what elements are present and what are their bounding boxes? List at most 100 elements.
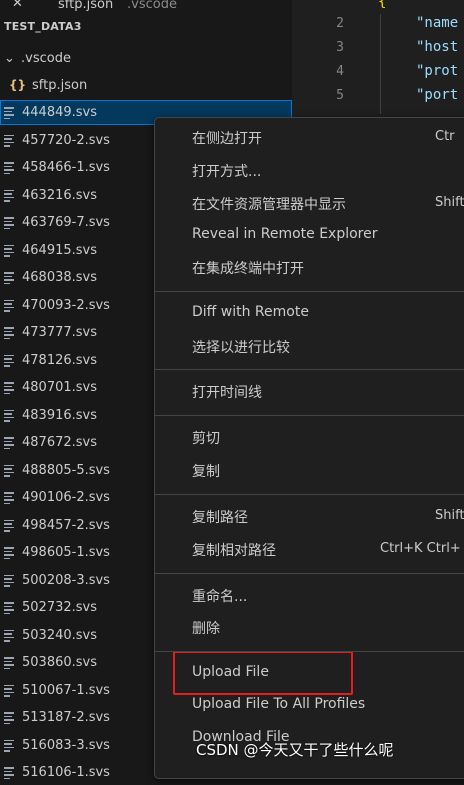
file-lines-icon <box>4 547 14 559</box>
file-label: 516083-3.svs <box>22 737 110 753</box>
file-lines-icon <box>4 107 14 119</box>
menu-item[interactable]: Reveal in Remote Explorer <box>192 226 378 242</box>
open-brace: { <box>378 0 387 10</box>
file-lines-icon <box>4 629 14 642</box>
menu-item[interactable]: 打开方式... <box>192 161 261 181</box>
code-line: "prot <box>416 63 459 79</box>
file-label: 464915.svs <box>22 242 97 258</box>
file-label: 480701.svs <box>22 380 97 395</box>
menu-separator <box>155 651 464 652</box>
file-label: 463769-7.svs <box>22 215 110 230</box>
file-lines-icon <box>4 574 14 587</box>
menu-shortcut: Shift <box>435 508 464 523</box>
file-lines-icon <box>4 244 14 257</box>
json-icon: {} <box>9 78 27 92</box>
menu-separator <box>155 494 464 495</box>
file-label: 503240.svs <box>22 627 97 643</box>
code-line: "name <box>416 15 459 31</box>
file-lines-icon <box>4 657 14 669</box>
file-label: sftp.json <box>32 78 88 93</box>
file-lines-icon <box>4 299 14 312</box>
file-lines-icon <box>4 327 14 339</box>
menu-item[interactable]: 剪切 <box>192 428 220 448</box>
menu-item[interactable]: 打开时间线 <box>192 382 262 402</box>
editor-tab[interactable]: ✕ sftp.json .vscode <box>0 0 292 14</box>
file-lines-icon <box>4 409 14 422</box>
menu-item[interactable]: 在集成终端中打开 <box>192 258 304 278</box>
file-lines-icon <box>4 189 14 202</box>
file-label: 468038.svs <box>22 270 97 285</box>
tab-folder: .vscode <box>127 0 177 12</box>
indent-guide <box>380 14 381 114</box>
file-lines-icon <box>4 464 14 477</box>
file-label: 444849.svs <box>22 105 97 120</box>
file-label: 457720-2.svs <box>22 132 110 148</box>
folder-vscode[interactable]: ⌄ .vscode <box>0 46 292 71</box>
menu-shortcut: Ctrl+K Ctrl+ <box>380 541 461 556</box>
folder-label: .vscode <box>21 51 71 66</box>
menu-item[interactable]: 复制路径 <box>192 507 248 527</box>
menu-item[interactable]: 选择以进行比较 <box>192 337 290 357</box>
menu-separator <box>155 291 464 292</box>
file-lines-icon <box>4 712 14 724</box>
line-number: 5 <box>336 88 344 103</box>
file-label: 488805-5.svs <box>22 462 110 478</box>
file-label: 513187-2.svs <box>22 710 110 725</box>
context-menu: 在侧边打开 Ctr 打开方式... 在文件资源管理器中显示 Shift Reveal in… <box>154 117 464 779</box>
close-icon[interactable]: ✕ <box>12 0 23 11</box>
file-label: 463216.svs <box>22 187 97 203</box>
menu-item[interactable]: Diff with Remote <box>192 304 309 320</box>
menu-shortcut: Ctr <box>435 129 455 144</box>
file-label: 458466-1.svs <box>22 160 110 175</box>
file-label: 516106-1.svs <box>22 765 110 780</box>
menu-shortcut: Shift <box>435 195 464 210</box>
code-line: "port <box>416 87 459 103</box>
file-label: 503860.svs <box>22 655 97 670</box>
menu-item[interactable]: 在侧边打开 <box>192 128 262 148</box>
menu-item[interactable]: Upload File To All Profiles <box>192 696 365 712</box>
line-number: 2 <box>336 16 344 31</box>
menu-item[interactable]: 复制相对路径 <box>192 540 276 560</box>
menu-item[interactable]: Upload File <box>192 664 269 680</box>
file-lines-icon <box>4 739 14 752</box>
menu-item[interactable]: 在文件资源管理器中显示 <box>192 194 346 214</box>
menu-separator <box>155 573 464 574</box>
line-number: 3 <box>336 40 344 55</box>
workspace-title[interactable]: TEST_DATA3 <box>4 20 82 33</box>
menu-item[interactable]: 重命名... <box>192 586 247 606</box>
file-label: 487672.svs <box>22 435 97 450</box>
watermark: CSDN @今天又干了些什么呢 <box>196 741 394 759</box>
file-lines-icon <box>4 162 14 174</box>
file-label: 470093-2.svs <box>22 297 110 313</box>
file-sftp-json[interactable]: {} sftp.json <box>0 73 292 98</box>
file-label: 500208-3.svs <box>22 572 110 588</box>
file-lines-icon <box>4 684 14 697</box>
file-lines-icon <box>4 602 14 614</box>
file-label: 483916.svs <box>22 407 97 423</box>
file-lines-icon <box>4 437 14 449</box>
file-lines-icon <box>4 519 14 532</box>
chevron-down-icon: ⌄ <box>4 51 15 66</box>
menu-item[interactable]: 复制 <box>192 461 220 481</box>
code-line: "host <box>416 39 459 55</box>
file-label: 498457-2.svs <box>22 517 110 533</box>
menu-item[interactable]: 删除 <box>192 618 220 638</box>
file-lines-icon <box>4 134 14 147</box>
menu-separator <box>155 369 464 370</box>
file-lines-icon <box>4 767 14 779</box>
tab-filename: sftp.json <box>58 0 114 12</box>
file-label: 473777.svs <box>22 325 97 340</box>
file-lines-icon <box>4 272 14 284</box>
file-label: 510067-1.svs <box>22 682 110 698</box>
file-label: 498605-1.svs <box>22 545 110 560</box>
editor-area[interactable]: { 2 "name 3 "host 4 "prot 5 "port <box>292 0 464 120</box>
file-lines-icon <box>4 382 14 394</box>
file-lines-icon <box>4 217 14 229</box>
file-label: 490106-2.svs <box>22 490 110 505</box>
line-number: 4 <box>336 64 344 79</box>
menu-separator <box>155 415 464 416</box>
file-label: 502732.svs <box>22 600 97 615</box>
file-lines-icon <box>4 492 14 504</box>
file-label: 478126.svs <box>22 352 97 368</box>
file-lines-icon <box>4 354 14 367</box>
